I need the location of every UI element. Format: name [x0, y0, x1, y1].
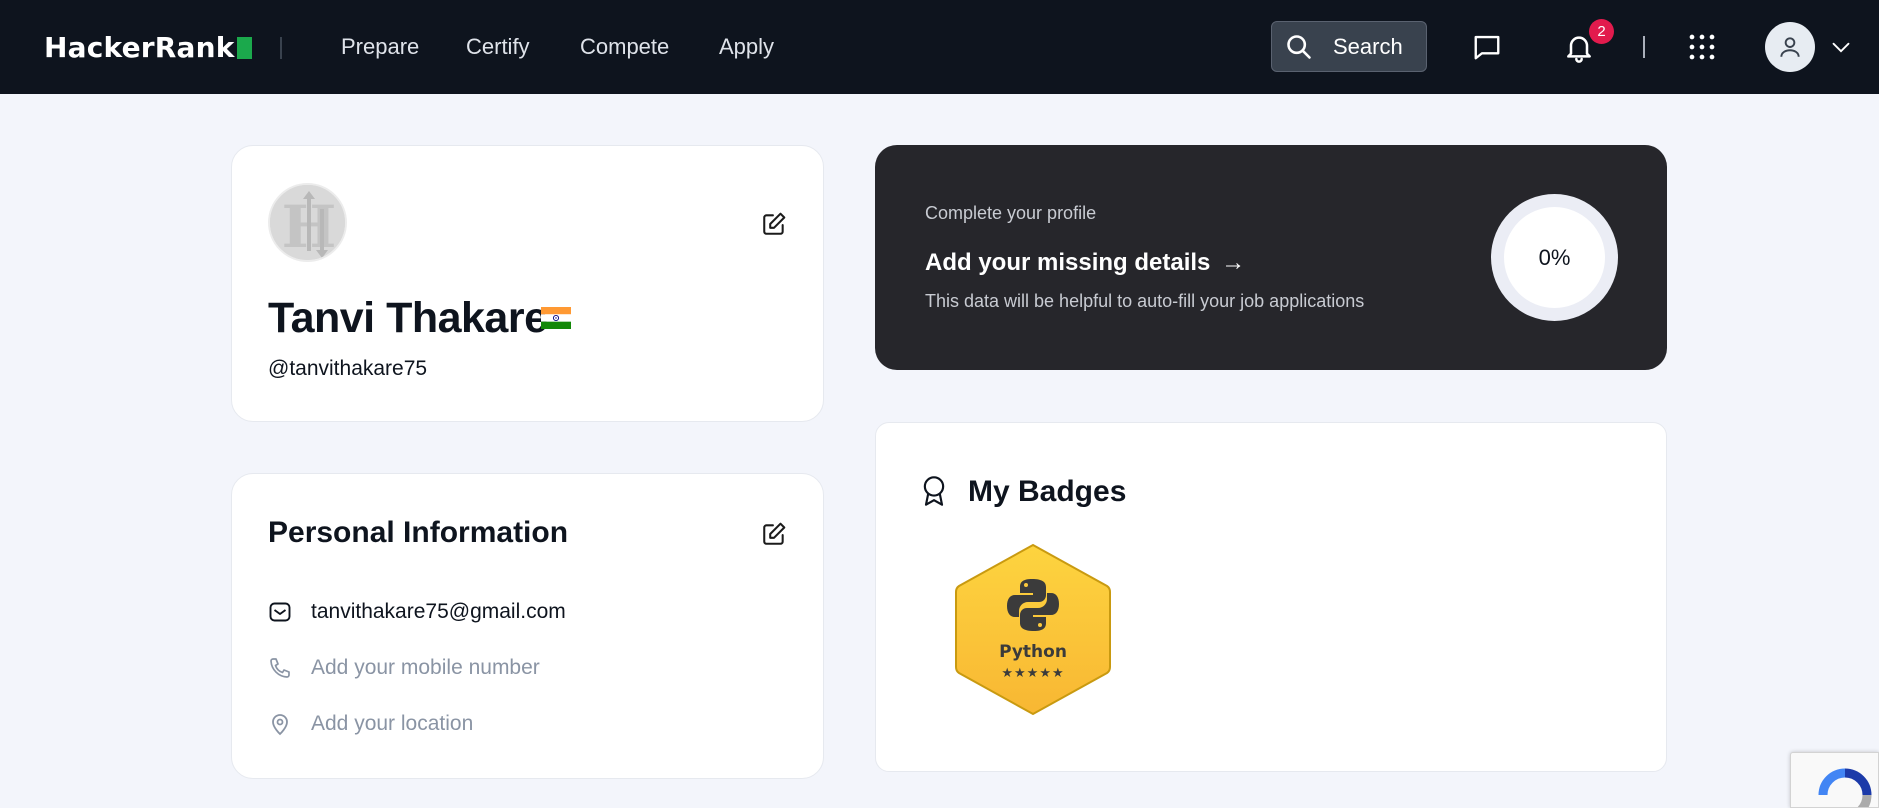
recaptcha-icon [1818, 768, 1872, 807]
mobile-row[interactable]: Add your mobile number [268, 656, 540, 680]
search-label: Search [1333, 33, 1403, 59]
profile-name: Tanvi Thakare [268, 294, 548, 342]
recaptcha-widget[interactable] [1790, 752, 1879, 808]
mobile-placeholder[interactable]: Add your mobile number [311, 656, 540, 680]
email-value: tanvithakare75@gmail.com [311, 600, 566, 623]
badge-stars: ★★★★★ [1001, 665, 1065, 680]
nav-link-apply[interactable]: Apply [719, 34, 774, 60]
top-navbar: HackerRank Prepare Certify Compete Apply… [0, 0, 1879, 94]
profile-progress-ring: 0% [1491, 194, 1618, 321]
search-button[interactable]: Search [1271, 21, 1427, 72]
phone-icon [270, 658, 290, 678]
complete-profile-banner: Complete your profile Add your missing d… [875, 145, 1667, 370]
logo-block-icon [236, 36, 252, 59]
grid-apps-icon[interactable] [1687, 32, 1717, 62]
badge-name: Python [999, 642, 1067, 662]
nav-divider [280, 37, 282, 59]
profile-username: @tanvithakare75 [268, 357, 428, 380]
personal-information-card: Personal Information tanvithakare75@gmai… [231, 473, 824, 779]
hackerrank-logo[interactable]: HackerRank [44, 31, 252, 64]
add-missing-details-link[interactable]: Add your missing details → [925, 249, 1245, 277]
hackerrank-avatar-icon: H [270, 185, 345, 260]
mail-icon [269, 602, 291, 622]
award-ribbon-icon [923, 476, 945, 506]
hexagon-badge-icon [955, 543, 1111, 716]
profile-progress-value: 0% [1504, 207, 1605, 308]
edit-personal-info-icon[interactable] [761, 521, 787, 547]
personal-information-title: Personal Information [268, 516, 569, 549]
location-placeholder[interactable]: Add your location [311, 712, 473, 736]
my-badges-title: My Badges [968, 475, 1127, 508]
nav-link-prepare[interactable]: Prepare [341, 34, 419, 60]
india-flag-icon [541, 307, 571, 329]
complete-profile-subtitle: Complete your profile [925, 203, 1097, 223]
chevron-down-icon[interactable] [1830, 37, 1852, 57]
my-badges-card: My Badges Python ★★★★★ [875, 422, 1667, 772]
nav-link-compete[interactable]: Compete [580, 34, 669, 60]
nav-divider-right [1643, 36, 1645, 58]
notification-count-badge: 2 [1589, 19, 1614, 44]
complete-profile-description: This data will be helpful to auto-fill y… [925, 291, 1365, 311]
python-badge[interactable]: Python ★★★★★ [953, 542, 1113, 717]
avatar[interactable]: H [268, 183, 347, 262]
location-row[interactable]: Add your location [268, 712, 473, 736]
nav-link-certify[interactable]: Certify [466, 34, 530, 60]
logo-text: HackerRank [44, 31, 235, 64]
chat-icon[interactable] [1472, 32, 1502, 62]
user-avatar-button[interactable] [1765, 22, 1815, 72]
email-row: tanvithakare75@gmail.com [268, 600, 566, 624]
arrow-right-icon: → [1221, 249, 1246, 276]
location-pin-icon [272, 714, 288, 736]
search-icon [1287, 34, 1311, 59]
user-icon [1780, 37, 1800, 57]
profile-card: H Tanvi Thakare @tanvithakare75 [231, 145, 824, 422]
add-missing-details-label: Add your missing details [925, 249, 1211, 276]
edit-profile-icon[interactable] [761, 211, 787, 237]
